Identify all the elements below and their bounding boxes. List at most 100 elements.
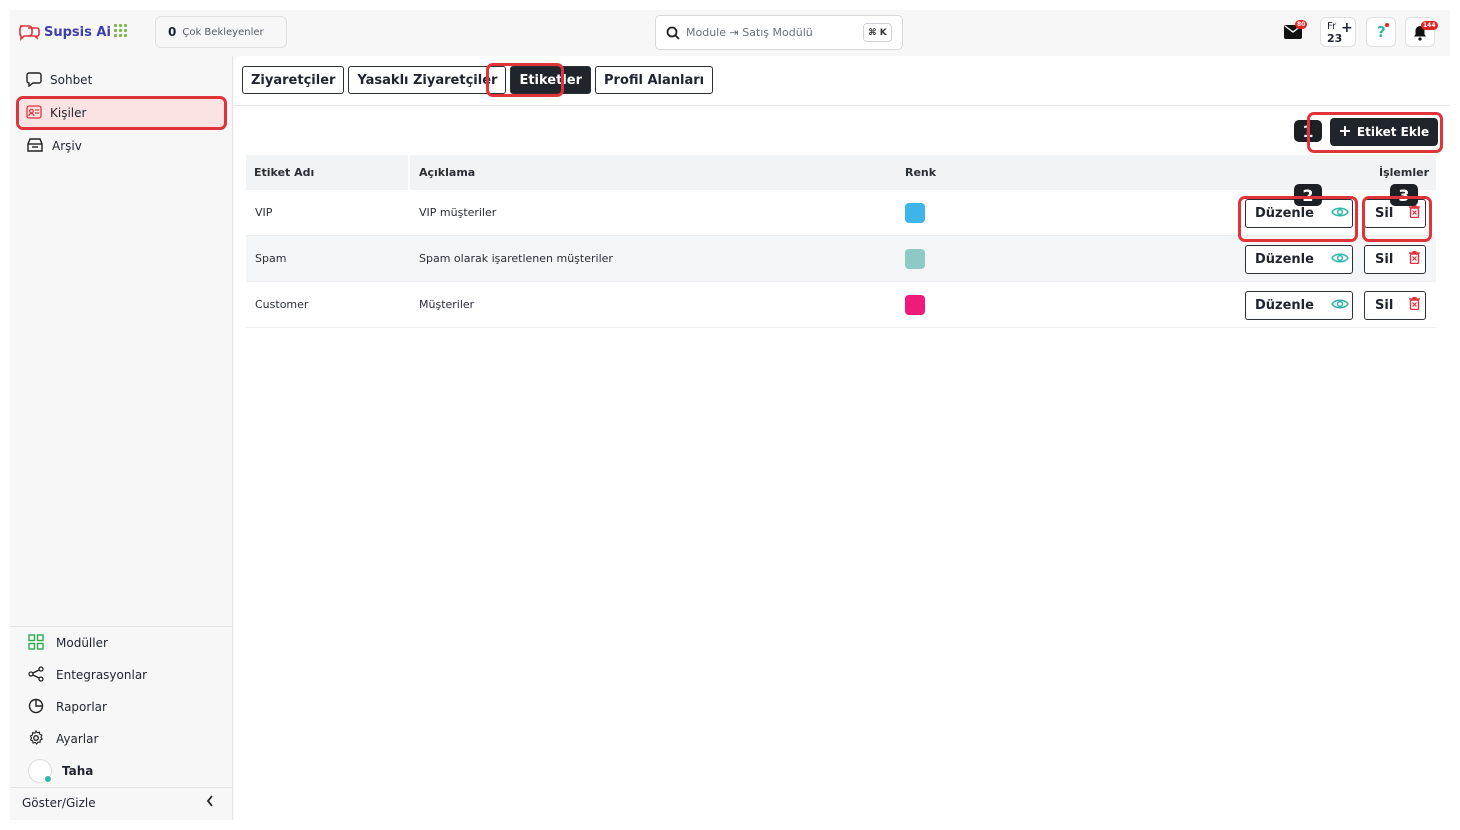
brand-logo[interactable]: Supsis Ai [18,22,111,42]
tab-yasakli-ziyaretciler[interactable]: Yasaklı Ziyaretçiler [348,66,507,94]
trash-icon [1409,205,1421,222]
help-button[interactable]: ? [1366,17,1396,47]
tag-description: VIP müşteriler [419,206,497,219]
table-row: VIP VIP müşteriler Düzenle Sil [246,190,1436,236]
search-input[interactable]: Module ⇥ Satış Modülü ⌘ K [655,15,903,50]
annotation-badge-2: 2 [1294,184,1322,206]
tab-etiketler[interactable]: Etiketler [510,66,591,94]
apps-grid-icon[interactable] [114,24,127,37]
pie-chart-icon [28,698,44,717]
delete-label: Sil [1375,206,1394,221]
tab-ziyaretciler[interactable]: Ziyaretçiler [242,66,345,94]
annotation-badge-3: 3 [1390,184,1418,206]
annotation-badge-1: 1 [1294,120,1322,142]
tag-name: Customer [255,298,309,311]
eye-icon [1331,206,1349,222]
online-status-dot [44,775,52,783]
tab-divider [234,105,1450,106]
edit-label: Düzenle [1255,206,1314,221]
add-tag-button[interactable]: Etiket Ekle [1330,118,1438,146]
delete-label: Sil [1375,298,1394,313]
sidebar-item-entegrasyonlar[interactable]: Entegrasyonlar [22,661,226,689]
plus-icon [1339,125,1351,140]
search-shortcut: ⌘ K [863,23,892,42]
header-actions: İşlemler [1379,166,1429,179]
trash-icon [1409,297,1421,314]
sidebar-divider-bottom [10,787,233,788]
eye-icon [1331,298,1349,314]
bell-badge: 144 [1421,21,1438,30]
gear-icon [28,729,44,749]
sidebar-divider [10,626,233,627]
lang-code: Fr [1327,21,1337,32]
tag-color-swatch [905,203,925,223]
sidebar-item-moduller[interactable]: Modüller [22,629,226,657]
pending-chats-button[interactable]: 0 Çok Bekleyenler [155,16,287,48]
chat-icon [26,71,42,90]
edit-label: Düzenle [1255,298,1314,313]
brand-name: Supsis Ai [44,24,111,40]
sidebar-item-label: Modüller [56,636,108,650]
sidebar-item-label: Sohbet [50,73,93,87]
sidebar-item-label: Raporlar [56,700,107,714]
app-window: Supsis Ai 0 Çok Bekleyenler Module ⇥ Sat… [10,10,1450,820]
user-profile[interactable]: Taha [22,757,226,785]
tag-description: Müşteriler [419,298,475,311]
search-icon [666,26,680,40]
lang-number: 23 [1327,32,1343,45]
header-description: Açıklama [419,166,476,179]
tags-table: Etiket Adı Açıklama Renk İşlemler VIP VI… [246,155,1436,328]
sidebar-item-kisiler[interactable]: Kişiler [20,99,224,127]
delete-label: Sil [1375,252,1394,267]
pending-label: Çok Bekleyenler [182,26,264,38]
tag-name: VIP [255,206,273,219]
logo-icon [18,23,40,41]
sidebar-item-sohbet[interactable]: Sohbet [20,66,224,94]
modules-grid-icon [28,633,44,653]
user-name: Taha [62,764,94,778]
trash-icon [1409,251,1421,268]
contact-card-icon [26,104,42,122]
sidebar-item-raporlar[interactable]: Raporlar [22,693,226,721]
edit-button[interactable]: Düzenle [1245,291,1353,320]
help-dot [1385,23,1389,27]
archive-icon [26,137,44,156]
mail-badge: 80 [1295,20,1308,29]
sidebar-item-label: Entegrasyonlar [56,668,148,682]
avatar [28,759,52,783]
top-bar: Supsis Ai 0 Çok Bekleyenler Module ⇥ Sat… [10,10,1450,56]
table-row: Spam Spam olarak işaretlenen müşteriler … [246,236,1436,282]
tab-profil-alanlari[interactable]: Profil Alanları [595,66,714,94]
tag-color-swatch [905,249,925,269]
chevron-left-icon [206,795,214,810]
mail-button[interactable]: 80 [1282,17,1308,47]
plus-icon: + [1341,20,1353,36]
delete-button[interactable]: Sil [1364,291,1426,320]
table-header: Etiket Adı Açıklama Renk İşlemler [246,155,1436,190]
language-switcher[interactable]: Fr + 23 [1320,17,1356,47]
sidebar-item-arsiv[interactable]: Arşiv [20,132,224,160]
share-nodes-icon [28,665,44,685]
toggle-label: Göster/Gizle [22,796,96,810]
delete-button[interactable]: Sil [1364,245,1426,274]
main-content: Ziyaretçiler Yasaklı Ziyaretçiler Etiket… [234,56,1450,820]
sidebar-item-label: Arşiv [52,139,82,153]
search-placeholder: Module ⇥ Satış Modülü [686,26,813,39]
sidebar: Sohbet Kişiler Arşiv Modüller Entegrasyo… [10,56,233,820]
header-divider [408,155,410,190]
eye-icon [1331,252,1349,268]
sidebar-item-label: Kişiler [50,106,87,120]
header-name: Etiket Adı [254,166,315,179]
pending-count: 0 [168,25,177,39]
sidebar-item-label: Ayarlar [56,732,99,746]
notifications-button[interactable]: 144 [1405,17,1438,47]
sidebar-toggle[interactable]: Göster/Gizle [16,789,220,817]
add-tag-label: Etiket Ekle [1356,125,1430,139]
tag-color-swatch [905,295,925,315]
edit-label: Düzenle [1255,252,1314,267]
header-color: Renk [905,166,937,179]
edit-button[interactable]: Düzenle [1245,245,1353,274]
tab-bar: Ziyaretçiler Yasaklı Ziyaretçiler Etiket… [242,66,714,94]
tag-name: Spam [255,252,287,265]
sidebar-item-ayarlar[interactable]: Ayarlar [22,725,226,753]
